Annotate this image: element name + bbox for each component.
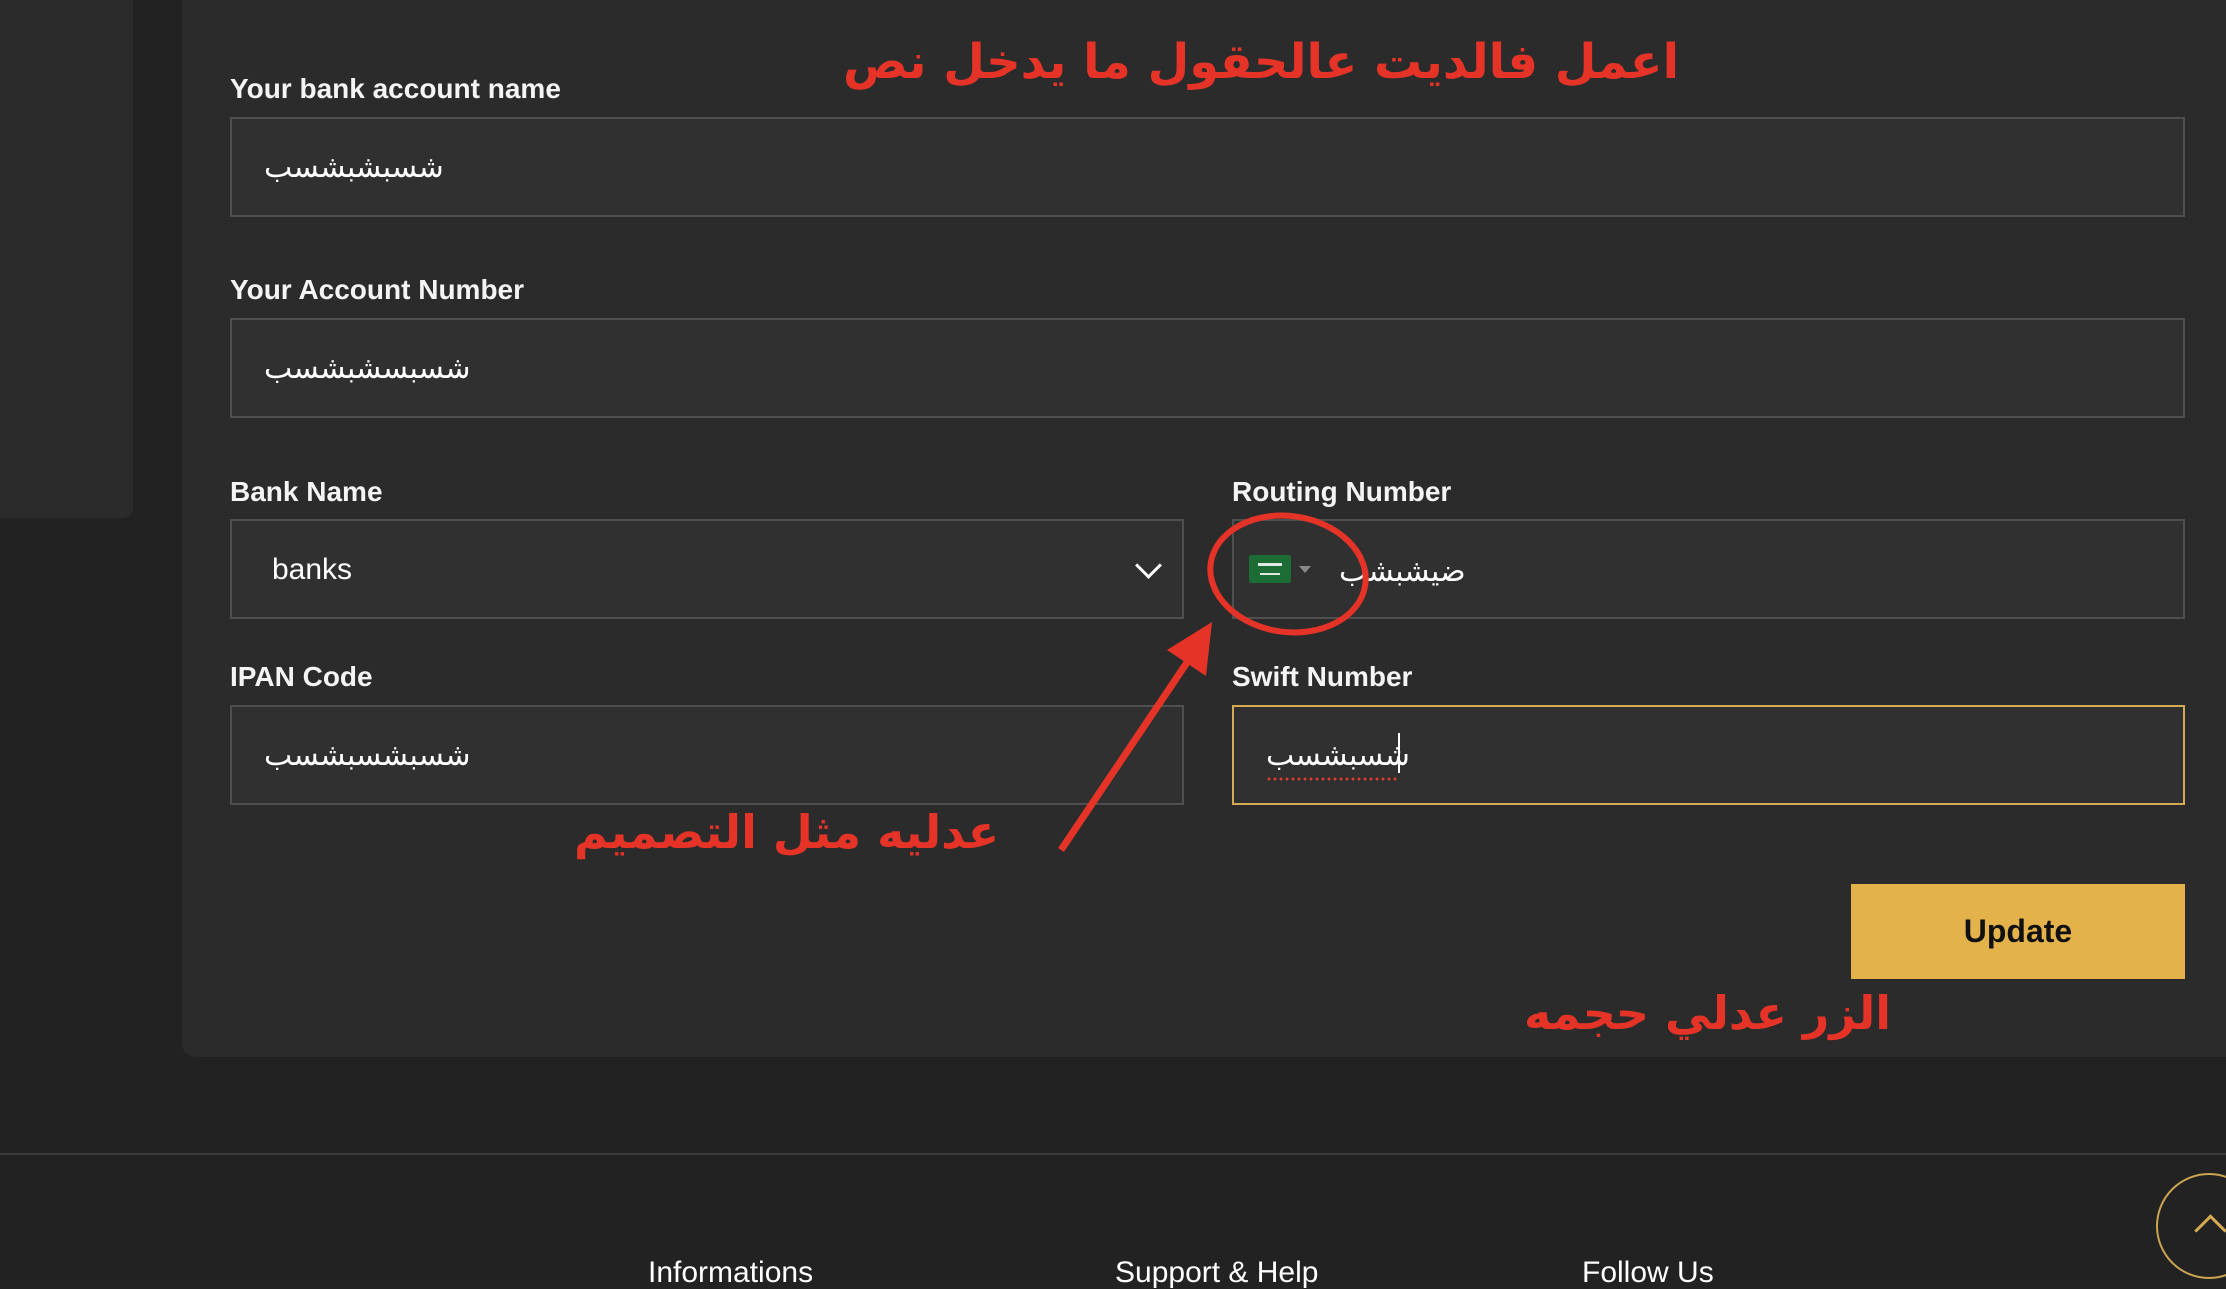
annotation-arrow-line bbox=[1058, 650, 1197, 852]
annotation-arrow-head bbox=[1167, 622, 1212, 676]
footer-divider bbox=[0, 1153, 2226, 1155]
chevron-up-icon bbox=[2194, 1214, 2226, 1247]
annotation-markup-layer bbox=[1058, 512, 1369, 852]
annotation-circle bbox=[1207, 512, 1369, 636]
